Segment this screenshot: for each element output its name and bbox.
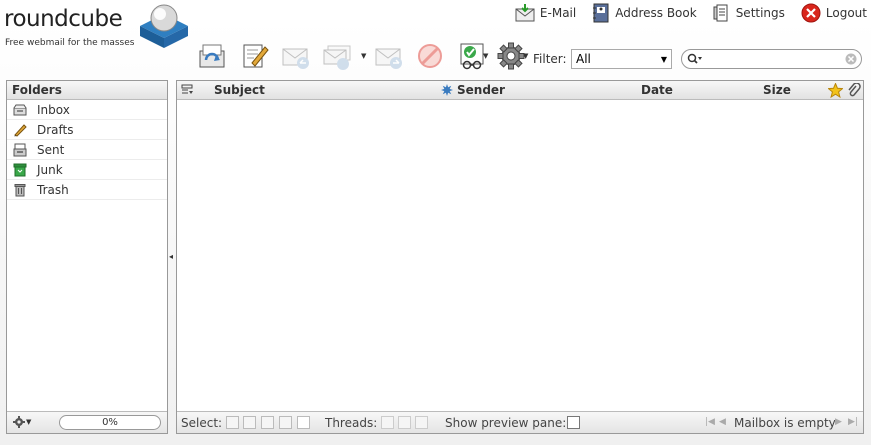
message-count: Mailbox is empty [734,416,836,430]
column-subject[interactable]: Subject [214,83,265,97]
folder-item-label: Drafts [37,122,74,137]
settings-icon [713,4,728,22]
folder-settings-button[interactable]: ▼ [13,416,31,428]
column-sender[interactable]: Sender [457,83,505,97]
search-input[interactable] [704,52,844,66]
nav-addressbook[interactable]: Address Book [592,3,697,23]
nav-logout[interactable]: Logout [801,3,867,23]
reply-all-icon [323,45,351,70]
folder-item-label: Inbox [37,102,70,117]
junk-icon [13,163,32,177]
reply-all-dropdown-arrow[interactable]: ▼ [361,52,366,60]
last-page-icon[interactable]: ▶| [848,417,858,427]
compose-icon [243,44,269,68]
nav-email[interactable]: E-Mail [515,3,576,23]
sent-icon [13,143,32,157]
expand-unread-threads-button[interactable] [398,416,411,429]
logo-tagline: Free webmail for the masses [5,38,135,48]
more-actions-dropdown-arrow[interactable]: ▼ [523,52,528,60]
attachment-icon[interactable] [847,83,861,98]
inbox-icon [13,103,32,117]
previous-page-icon[interactable]: ◀ [719,417,726,427]
first-page-icon[interactable]: |◀ [705,417,715,427]
logo-wordmark: roundcube [4,6,123,32]
email-icon [515,4,535,22]
folder-pane: Folders Inbox Drafts Sent Junk Trash ▼ 0% [6,80,168,434]
folder-list: Inbox Drafts Sent Junk Trash [7,100,167,200]
reply-icon [282,48,309,69]
compose-button[interactable] [239,40,271,72]
column-size[interactable]: Size [763,83,791,97]
forward-icon [375,48,402,69]
select-invert-button[interactable] [279,416,292,429]
thread-status-icon [441,84,453,96]
filter-select[interactable]: All ▼ [571,49,672,69]
quota-indicator: 0% [59,415,161,430]
folder-item-inbox[interactable]: Inbox [7,100,167,120]
select-page-button[interactable] [243,416,256,429]
message-list-header: Subject Sender Date Size [177,81,863,100]
forward-button[interactable] [373,40,405,72]
pane-splitter[interactable]: ◂ [169,252,173,261]
addressbook-icon [593,3,609,23]
logout-icon [801,3,821,23]
check-mail-icon [199,44,225,68]
next-page-icon[interactable]: ▶ [835,417,842,427]
check-mail-button[interactable] [196,40,228,72]
folder-item-sent[interactable]: Sent [7,140,167,160]
column-date[interactable]: Date [641,83,673,97]
chevron-down-icon: ▼ [26,418,32,426]
expand-all-threads-button[interactable] [381,416,394,429]
gear-icon [13,416,25,428]
select-none-button[interactable] [297,416,310,429]
trash-icon [13,183,32,197]
nav-email-label: E-Mail [539,6,577,20]
message-list-pane: Subject Sender Date Size Select: Threads… [176,80,864,434]
nav-settings-label: Settings [735,6,785,20]
folders-header: Folders [7,81,167,100]
select-unread-button[interactable] [261,416,274,429]
folder-footer: ▼ 0% [7,411,167,433]
message-list-footer: Select: Threads: Show preview pane: |◀ ◀… [177,411,863,433]
folder-item-label: Sent [37,142,65,157]
top-navigation: E-Mail Address Book Settings Logout [499,2,867,24]
filter-selected-value: All [576,52,591,66]
folder-item-junk[interactable]: Junk [7,160,167,180]
nav-logout-label: Logout [825,6,867,20]
folder-item-drafts[interactable]: Drafts [7,120,167,140]
search-reset-icon[interactable] [845,53,857,65]
reply-all-button[interactable] [321,40,353,72]
delete-button[interactable] [414,40,446,72]
filter-label: Filter: [533,52,567,66]
list-options-icon[interactable] [181,84,193,96]
folder-item-trash[interactable]: Trash [7,180,167,200]
logo: roundcube Free webmail for the masses [4,2,194,52]
select-label: Select: [181,416,223,430]
search-box [681,49,862,69]
gear-icon [497,42,525,70]
preview-pane-checkbox[interactable] [567,416,580,429]
collapse-all-threads-button[interactable] [415,416,428,429]
roundcube-logo-icon [140,4,188,48]
nav-addressbook-label: Address Book [615,6,697,20]
threads-label: Threads: [325,416,378,430]
folder-item-label: Junk [37,162,63,177]
nav-settings[interactable]: Settings [713,3,785,23]
select-all-button[interactable] [226,416,239,429]
preview-pane-label: Show preview pane: [445,416,567,430]
drafts-icon [13,123,32,137]
flag-star-icon[interactable] [828,83,843,98]
reply-button[interactable] [280,40,312,72]
delete-icon [418,44,442,68]
mark-dropdown-arrow[interactable]: ▼ [483,52,488,60]
search-icon[interactable] [687,53,703,65]
chevron-down-icon: ▼ [660,54,667,64]
folder-item-label: Trash [37,182,69,197]
